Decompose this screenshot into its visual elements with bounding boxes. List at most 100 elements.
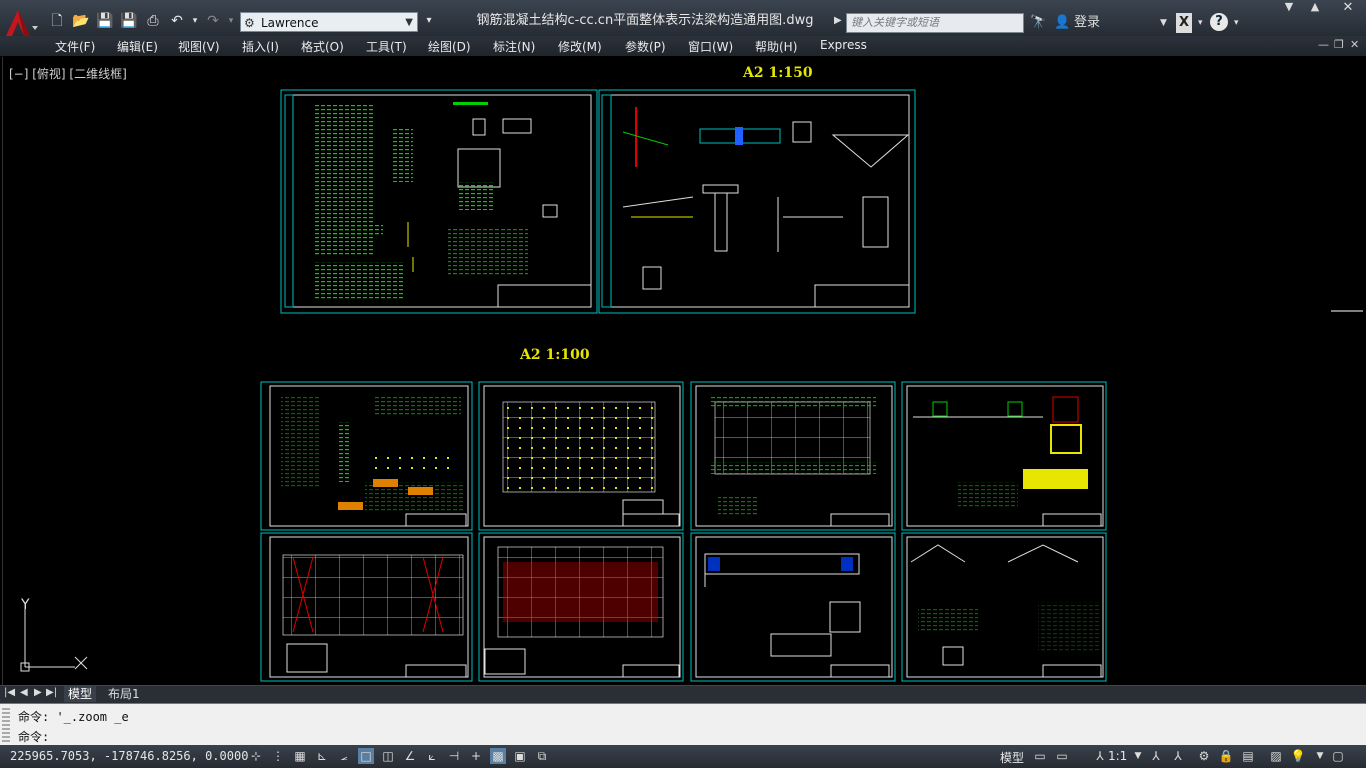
annotation-scale-icon[interactable]: ⅄ — [1092, 748, 1108, 764]
ortho-mode-icon[interactable]: ⊾ — [314, 748, 330, 764]
menu-file[interactable]: 文件(F) — [55, 38, 95, 55]
model-space-button[interactable]: 模型 — [1000, 749, 1024, 766]
command-history: 命令: '_.zoom _e — [18, 710, 129, 724]
chevron-down-icon: ▼ — [405, 17, 413, 28]
infer-constraints-icon[interactable]: ⊹ — [248, 748, 264, 764]
drawing-sheets — [260, 89, 1363, 682]
doc-restore-icon[interactable]: ❐ — [1334, 38, 1344, 51]
quick-properties-icon[interactable]: ▣ — [512, 748, 528, 764]
close-icon[interactable]: ✕ — [1330, 0, 1366, 15]
gear-icon: ⚙ — [244, 16, 255, 30]
undo-dropdown-icon[interactable]: ▾ — [186, 12, 204, 30]
3d-object-snap-icon[interactable]: ◫ — [380, 748, 396, 764]
menu-help[interactable]: 帮助(H) — [755, 38, 797, 55]
menu-insert[interactable]: 插入(I) — [242, 38, 279, 55]
clean-screen-icon[interactable]: ▢ — [1330, 748, 1346, 764]
transparency-icon[interactable]: ▩ — [490, 748, 506, 764]
grid-display-icon[interactable]: ▦ — [292, 748, 308, 764]
workspace-selector[interactable]: ⚙ Lawrence ▼ — [240, 12, 418, 32]
workspace-switching-icon[interactable]: ⚙ — [1196, 748, 1212, 764]
drawing-viewport[interactable]: [−] [俯视] [二维线框] A2 1:150 A2 1:100 Y — [2, 57, 1363, 685]
sheet-beam-details — [260, 381, 473, 531]
login-link[interactable]: 登录 — [1074, 13, 1100, 33]
auto-scale-icon[interactable]: ⅄ — [1170, 748, 1186, 764]
menu-dimension[interactable]: 标注(N) — [493, 38, 535, 55]
sheet-column-grid — [478, 381, 684, 531]
command-window: 命令: '_.zoom _e 命令: — [0, 703, 1366, 746]
customize-toolbar-icon[interactable]: ▾ — [420, 12, 438, 30]
search-input[interactable]: 键入关键字或短语 — [846, 13, 1024, 33]
sheet-footing-sections — [901, 381, 1107, 531]
title-bar: 🗋 📂 💾 💾 ⎙ ↶ ▾ ↷ ▾ ⚙ Lawrence ▼ ▾ 钢筋混凝土结构… — [0, 0, 1366, 36]
menu-edit[interactable]: 编辑(E) — [117, 38, 158, 55]
new-file-icon[interactable]: 🗋 — [48, 12, 66, 30]
menu-view[interactable]: 视图(V) — [178, 38, 220, 55]
performance-icon[interactable]: ▤ — [1240, 748, 1256, 764]
sheet-roof-plan — [260, 532, 473, 682]
help-dropdown-icon[interactable]: ▾ — [1234, 13, 1239, 33]
minimize-icon[interactable]: ▼ — [1276, 0, 1302, 14]
object-snap-tracking-icon[interactable]: ∠ — [402, 748, 418, 764]
sheet-connection-details — [598, 89, 916, 314]
undo-icon[interactable]: ↶ — [168, 12, 186, 30]
help-button[interactable]: ? — [1210, 13, 1228, 31]
sheet-foundation-plan — [690, 381, 896, 531]
status-menu-icon[interactable]: ▼ — [1312, 748, 1328, 764]
prev-tab-icon[interactable]: ◀ — [20, 687, 28, 698]
exchange-dropdown-icon[interactable]: ▾ — [1198, 13, 1203, 33]
isolate-objects-icon[interactable]: 💡 — [1290, 748, 1306, 764]
first-tab-icon[interactable]: |◀ — [4, 687, 15, 698]
hardware-acceleration-icon[interactable]: ▨ — [1268, 748, 1284, 764]
sheet-frame-sections — [901, 532, 1107, 682]
sheet-elevation — [690, 532, 896, 682]
object-snap-icon[interactable]: □ — [358, 748, 374, 764]
selection-cycling-icon[interactable]: ⧉ — [534, 748, 550, 764]
annotation-scale-value[interactable]: 1:1 — [1108, 749, 1127, 763]
last-tab-icon[interactable]: ▶| — [46, 687, 57, 698]
workspace-name: Lawrence — [261, 16, 319, 30]
menu-window[interactable]: 窗口(W) — [688, 38, 733, 55]
open-file-icon[interactable]: 📂 — [72, 12, 90, 30]
polar-tracking-icon[interactable]: ⦟ — [336, 748, 352, 764]
coordinate-readout[interactable]: 225965.7053, -178746.8256, 0.0000 — [10, 749, 248, 763]
menu-express[interactable]: Express — [820, 38, 867, 52]
menu-tools[interactable]: 工具(T) — [366, 38, 407, 55]
lock-icon[interactable]: 🔒 — [1218, 748, 1234, 764]
print-icon[interactable]: ⎙ — [144, 12, 162, 30]
snap-mode-icon[interactable]: ⋮ — [270, 748, 286, 764]
menu-modify[interactable]: 修改(M) — [558, 38, 602, 55]
annotation-scale-dropdown-icon[interactable]: ▼ — [1130, 748, 1146, 764]
menu-parametric[interactable]: 参数(P) — [625, 38, 666, 55]
redo-icon[interactable]: ↷ — [204, 12, 222, 30]
command-input[interactable]: 命令: — [18, 728, 49, 745]
quick-view-drawings-icon[interactable]: ▭ — [1054, 748, 1070, 764]
doc-minimize-icon[interactable]: — — [1318, 38, 1329, 51]
dynamic-ucs-icon[interactable]: ⟀ — [424, 748, 440, 764]
dynamic-input-icon[interactable]: ⊣ — [446, 748, 462, 764]
redo-dropdown-icon[interactable]: ▾ — [222, 12, 240, 30]
save-icon[interactable]: 💾 — [96, 12, 114, 30]
annotation-visibility-icon[interactable]: ⅄ — [1148, 748, 1164, 764]
quick-view-layouts-icon[interactable]: ▭ — [1032, 748, 1048, 764]
lineweight-icon[interactable]: + — [468, 748, 484, 764]
menu-bar: 文件(F) 编辑(E) 视图(V) 插入(I) 格式(O) 工具(T) 绘图(D… — [0, 36, 1366, 56]
document-title: 钢筋混凝土结构c-cc.cn平面整体表示法梁构造通用图.dwg — [476, 13, 814, 28]
tab-model[interactable]: 模型 — [64, 686, 97, 702]
save-as-icon[interactable]: 💾 — [120, 12, 138, 30]
menu-draw[interactable]: 绘图(D) — [428, 38, 471, 55]
command-grip-handle[interactable] — [2, 708, 10, 742]
login-dropdown-icon[interactable]: ▼ — [1160, 13, 1167, 33]
menu-format[interactable]: 格式(O) — [301, 38, 344, 55]
sheet-general-notes — [280, 89, 598, 314]
doc-close-icon[interactable]: ✕ — [1350, 38, 1359, 51]
binoculars-icon[interactable]: 🔭 — [1030, 13, 1046, 33]
exchange-icon[interactable]: X — [1176, 13, 1192, 33]
next-tab-icon[interactable]: ▶ — [34, 687, 42, 698]
search-expand-icon[interactable]: ▶ — [834, 15, 842, 26]
user-icon: 👤 — [1054, 15, 1071, 30]
maximize-icon[interactable]: ▲ — [1302, 0, 1328, 14]
layout-tabs-bar: |◀ ◀ ▶ ▶| 模型 布局1 — [0, 685, 1366, 703]
sheet-purlin-plan — [478, 532, 684, 682]
status-bar: 225965.7053, -178746.8256, 0.0000 ⊹ ⋮ ▦ … — [0, 745, 1366, 768]
tab-layout1[interactable]: 布局1 — [104, 686, 144, 702]
